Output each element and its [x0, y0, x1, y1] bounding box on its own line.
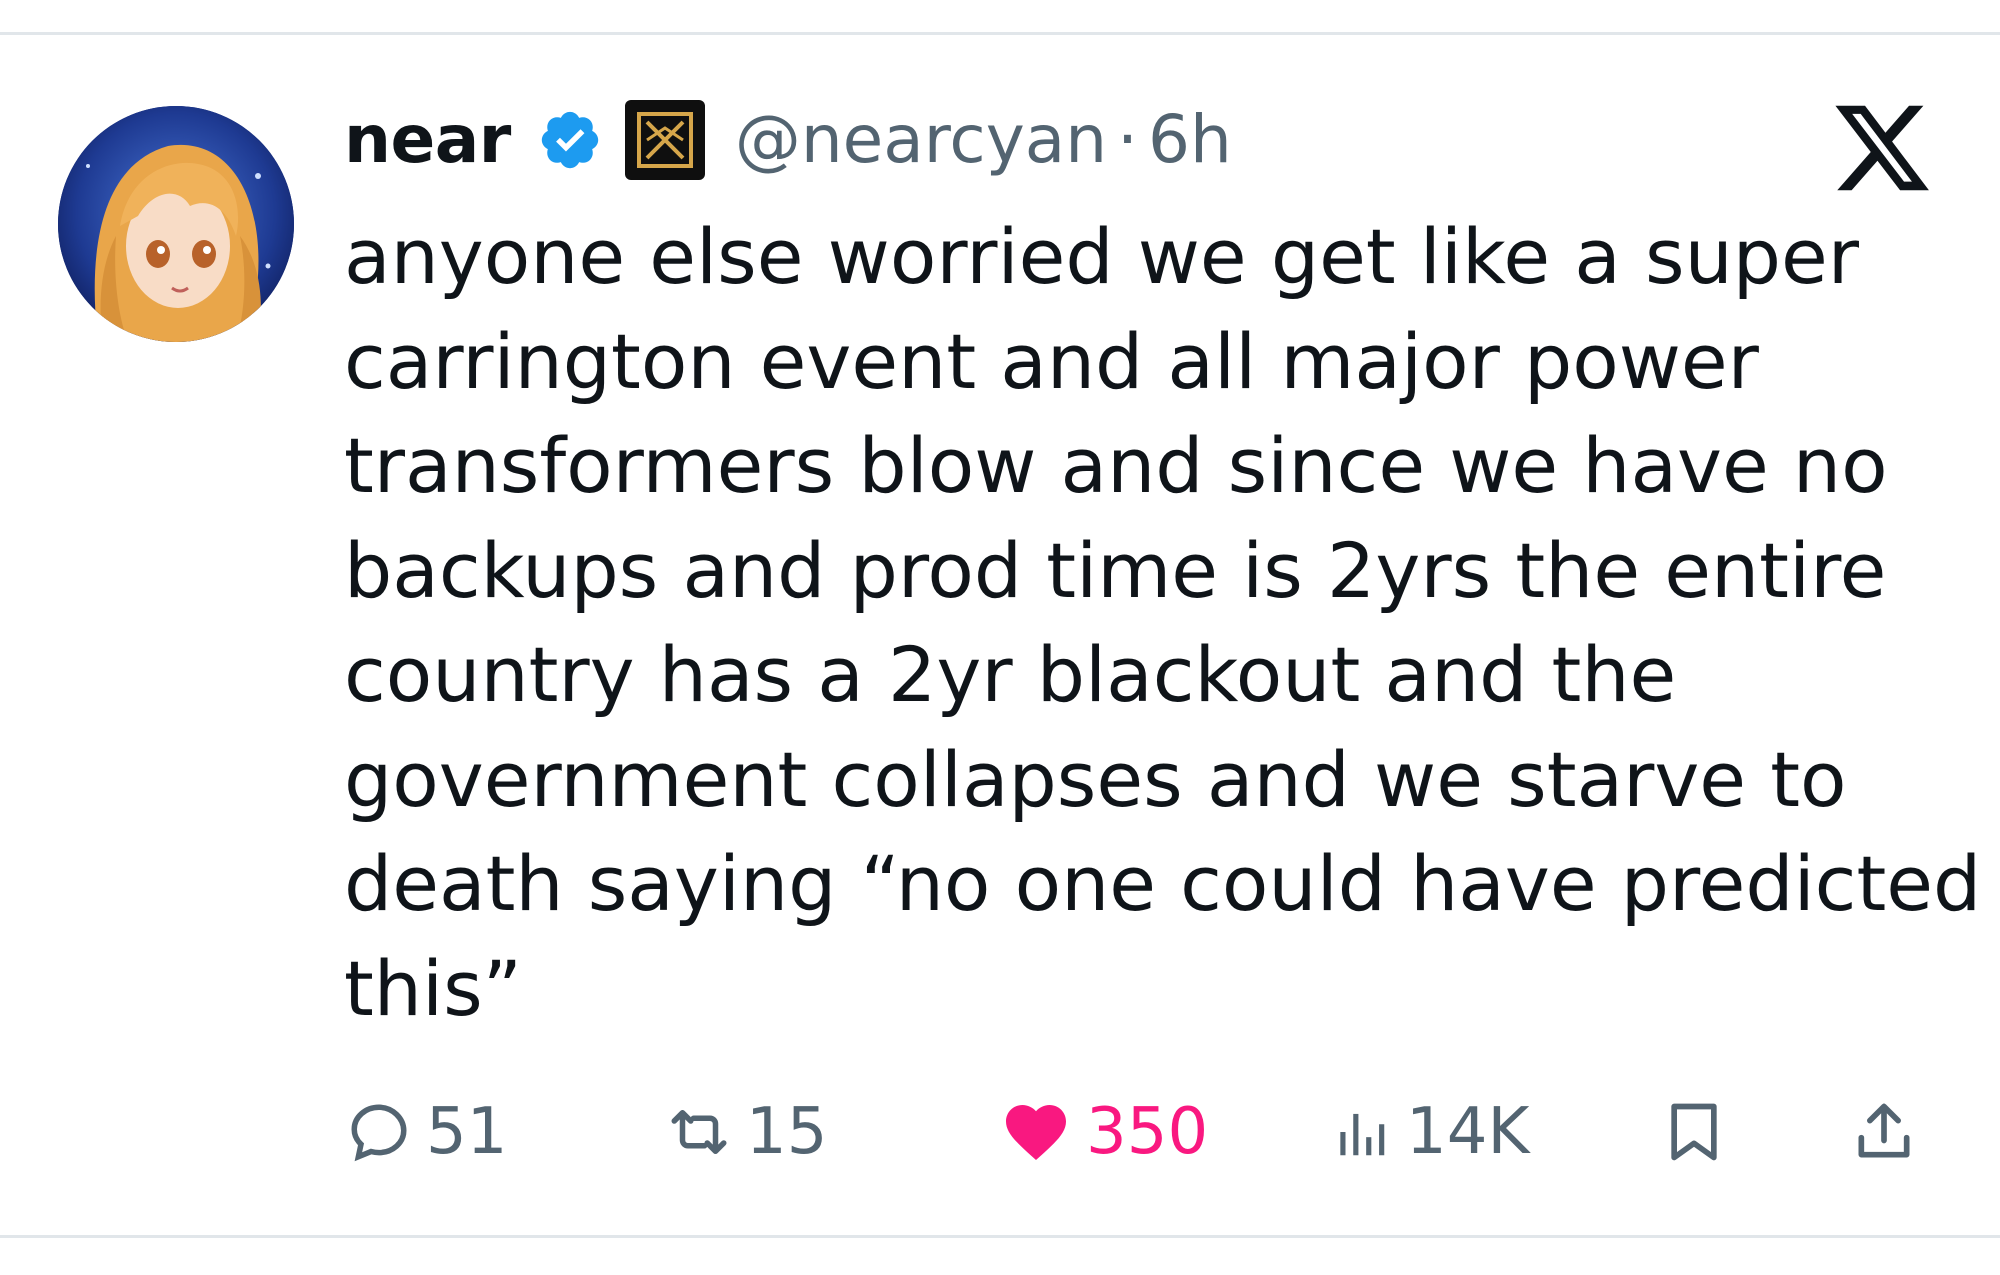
tweet-text-line: anyone else worried we get like a super — [344, 212, 1859, 301]
author-handle[interactable]: @nearcyan — [735, 100, 1107, 180]
tweet-text-line: transformers blow and since we have no — [344, 421, 1888, 510]
repost-button[interactable]: 15 — [666, 1092, 827, 1172]
like-count: 350 — [1086, 1095, 1209, 1169]
repost-count: 15 — [746, 1095, 828, 1169]
tweet-text-line: government collapses and we starve to — [344, 734, 1847, 824]
share-button[interactable] — [1850, 1092, 1918, 1172]
tweet-text-line: country has a 2yr blackout and the — [344, 630, 1677, 719]
comment-icon — [351, 1104, 407, 1162]
x-logo-icon — [1830, 96, 1934, 200]
verified-badge-icon — [537, 107, 603, 173]
repost-icon — [671, 1110, 727, 1154]
views-bar-chart-icon — [1340, 1113, 1385, 1156]
separator-dot: · — [1117, 101, 1139, 178]
like-button[interactable]: 350 — [1000, 1092, 1208, 1172]
heart-icon — [1006, 1105, 1066, 1161]
tweet-text-line: carrington event and all major power — [344, 316, 1759, 406]
avatar-image — [58, 106, 294, 342]
share-icon — [1858, 1103, 1910, 1158]
handle-and-time: @nearcyan · 6h — [735, 100, 1232, 180]
timestamp[interactable]: 6h — [1148, 100, 1232, 180]
reply-button[interactable]: 51 — [346, 1092, 507, 1172]
bookmark-button[interactable] — [1660, 1092, 1728, 1172]
tweet-text-line: this” — [344, 943, 523, 1033]
tweet-text-line: backups and prod time is 2yrs the entire — [344, 525, 1887, 615]
avatar[interactable] — [58, 106, 294, 342]
tweet-text: anyone else worried we get like a super … — [344, 205, 1982, 1041]
views-button[interactable]: 14K — [1330, 1092, 1529, 1172]
views-count: 14K — [1406, 1095, 1530, 1169]
bottom-divider — [0, 1235, 2000, 1238]
tweet-text-line: death saying “no one could have predicte… — [344, 839, 1982, 928]
bookmark-icon — [1671, 1103, 1717, 1161]
tweet-header: near @nearcyan · 6h — [344, 100, 1232, 180]
reply-count: 51 — [426, 1095, 508, 1169]
top-divider — [0, 32, 2000, 35]
affiliate-badge-icon[interactable] — [624, 100, 705, 180]
author-name[interactable]: near — [344, 100, 511, 180]
